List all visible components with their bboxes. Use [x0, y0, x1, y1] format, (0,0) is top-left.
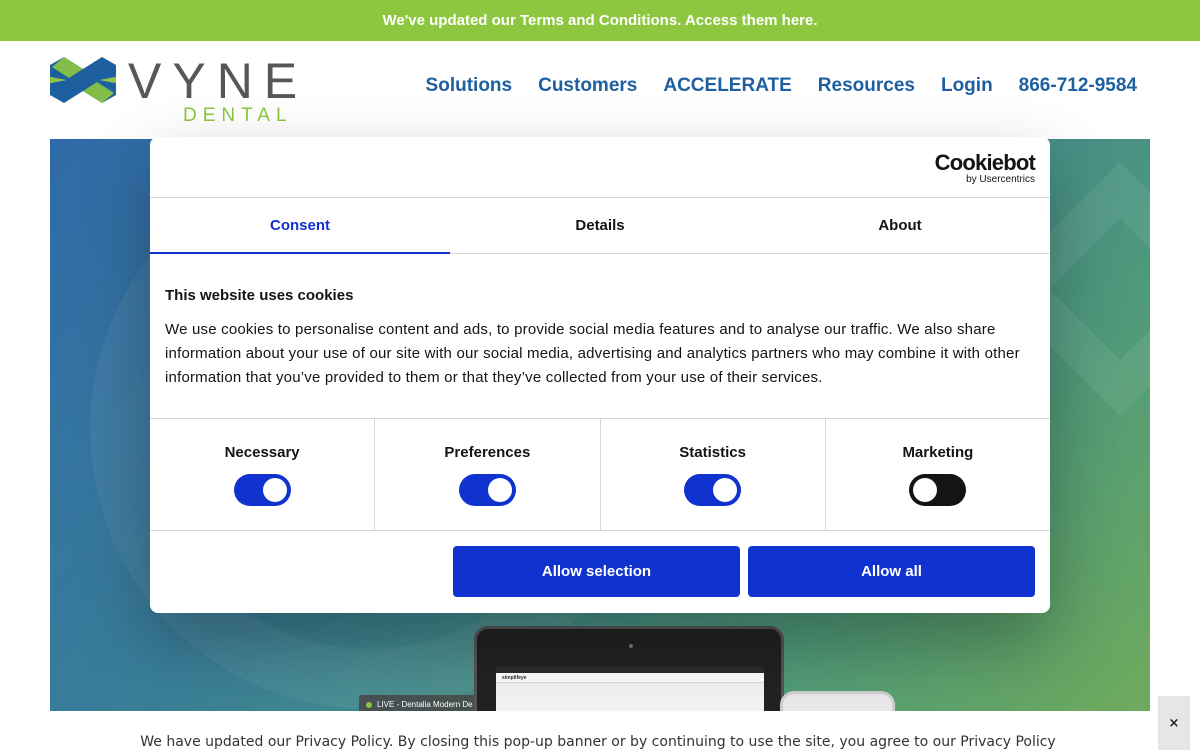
cookiebot-subtitle: by Usercentrics [966, 174, 1035, 185]
dialog-description: We use cookies to personalise content an… [165, 321, 1020, 386]
dialog-header: Cookiebot by Usercentrics [150, 137, 1050, 198]
preferences-toggle[interactable] [458, 474, 516, 506]
logo-subtitle: DENTAL [183, 105, 293, 126]
toggle-label: Marketing [902, 444, 974, 461]
toggle-label: Necessary [224, 444, 300, 461]
nav-solutions[interactable]: Solutions [426, 75, 513, 97]
toggle-label: Preferences [444, 444, 531, 461]
toggle-knob [487, 478, 512, 502]
statistics-toggle[interactable] [684, 474, 742, 506]
screen-title: simplifeye [496, 673, 764, 683]
toggle-preferences-group: Preferences [375, 419, 601, 530]
live-tag-text: LIVE - Dentalia Modern De [377, 700, 473, 709]
cookie-consent-dialog: Cookiebot by Usercentrics Consent Detail… [150, 137, 1050, 613]
cookiebot-logo[interactable]: Cookiebot by Usercentrics [934, 150, 1036, 186]
dialog-body: This website uses cookies We use cookies… [150, 254, 1050, 419]
allow-all-button[interactable]: Allow all [748, 546, 1035, 597]
nav-resources[interactable]: Resources [818, 75, 915, 97]
main-nav: Solutions Customers ACCELERATE Resources… [426, 75, 1137, 97]
vyne-dental-logo[interactable]: VYNE DENTAL [50, 53, 297, 127]
tab-about[interactable]: About [750, 198, 1050, 253]
camera-icon [629, 644, 633, 648]
terms-notice-bar[interactable]: We've updated our Terms and Conditions. … [0, 0, 1200, 41]
toggle-marketing-group: Marketing [826, 419, 1050, 530]
terms-notice-text: We've updated our Terms and Conditions. … [382, 12, 818, 29]
nav-accelerate[interactable]: ACCELERATE [663, 75, 791, 97]
logo-mark-icon [50, 57, 116, 103]
toggle-knob [713, 478, 738, 502]
close-icon[interactable]: × [1158, 696, 1190, 750]
privacy-notice-banner: We have updated our Privacy Policy. By c… [0, 696, 1200, 750]
laptop-screen: simplifeye [496, 666, 764, 711]
toggle-statistics-group: Statistics [601, 419, 826, 530]
screen-toolbar [496, 666, 764, 673]
nav-login[interactable]: Login [941, 75, 993, 97]
nav-phone[interactable]: 866-712-9584 [1019, 75, 1137, 97]
necessary-toggle[interactable] [233, 474, 291, 506]
consent-toggles: Necessary Preferences Statistics Marketi… [150, 419, 1050, 531]
logo-wordmark: VYNE [128, 53, 309, 109]
toggle-label: Statistics [679, 444, 746, 461]
tab-details[interactable]: Details [450, 198, 750, 253]
phone-mockup [780, 691, 895, 711]
live-tag: LIVE - Dentalia Modern De [359, 695, 479, 711]
site-header: VYNE DENTAL Solutions Customers ACCELERA… [0, 41, 1200, 139]
privacy-notice-text: We have updated our Privacy Policy. By c… [140, 734, 1056, 750]
nav-customers[interactable]: Customers [538, 75, 637, 97]
toggle-knob [262, 478, 287, 502]
cookiebot-wordmark: Cookiebot [934, 150, 1036, 175]
dialog-heading: This website uses cookies [165, 287, 354, 304]
dialog-tabs: Consent Details About [150, 198, 1050, 254]
dialog-actions: Allow selection Allow all [150, 531, 1050, 597]
live-dot-icon [366, 702, 372, 708]
marketing-toggle[interactable] [909, 474, 967, 506]
laptop-mockup: simplifeye [474, 626, 784, 711]
tab-consent[interactable]: Consent [150, 198, 450, 254]
allow-selection-button[interactable]: Allow selection [453, 546, 740, 597]
toggle-knob [913, 478, 938, 502]
toggle-necessary-group: Necessary [150, 419, 376, 530]
